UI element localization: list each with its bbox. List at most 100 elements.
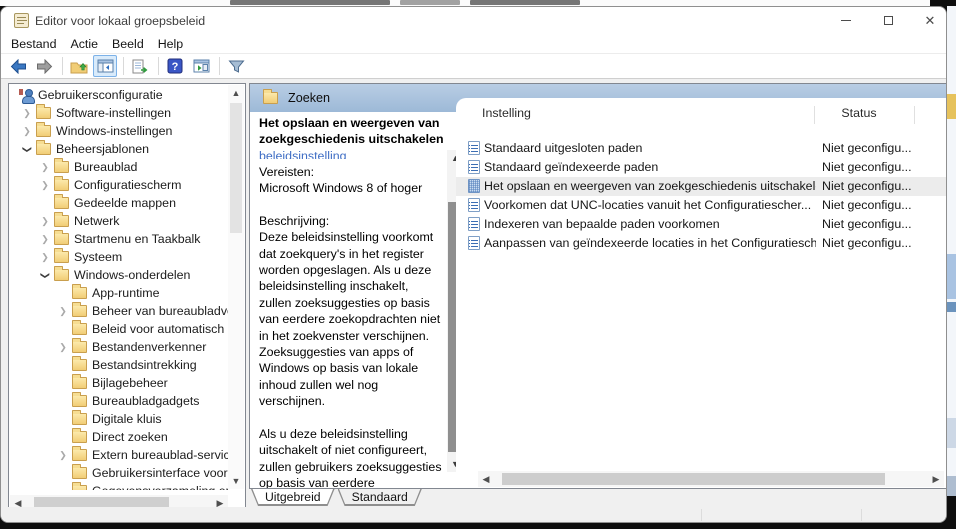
tree-item[interactable]: ❯ Direct zoeken <box>10 428 228 446</box>
setting-status: Niet geconfigu... <box>822 179 912 193</box>
tree-item-label: Bureaublad <box>74 160 137 174</box>
background-window-fragment <box>947 94 956 119</box>
chevron-icon[interactable]: ❯ <box>36 162 54 173</box>
tree-vertical-scroll-thumb[interactable] <box>230 103 242 233</box>
column-header-status[interactable]: Status <box>824 106 894 120</box>
tree-item[interactable]: ❯ Netwerk <box>10 212 228 230</box>
folder-icon <box>72 341 87 353</box>
chevron-icon[interactable]: ❯ <box>18 126 36 137</box>
chevron-icon[interactable]: ❯ <box>36 234 54 245</box>
view-tab[interactable]: Uitgebreid <box>251 489 335 506</box>
close-button[interactable]: ✕ <box>913 8 947 33</box>
maximize-icon <box>884 16 893 25</box>
chevron-icon[interactable]: ❯ <box>54 342 72 353</box>
tree-item[interactable]: ❯ Beleid voor automatisch afs <box>10 320 228 338</box>
tree-item[interactable]: ❯ Bestandenverkenner <box>10 338 228 356</box>
chevron-icon[interactable]: ❯ <box>54 450 72 461</box>
chevron-icon[interactable]: ❯ <box>40 266 51 284</box>
tree-item[interactable]: ❯ Gedeelde mappen <box>10 194 228 212</box>
filter-button[interactable] <box>224 55 248 77</box>
tree-item[interactable]: ❯ Bijlagebeheer <box>10 374 228 392</box>
chevron-icon[interactable]: ❯ <box>36 216 54 227</box>
folder-icon <box>36 107 51 119</box>
setting-row[interactable]: Aanpassen van geïndexeerde locaties in h… <box>456 234 946 253</box>
tree-item[interactable]: ❯ Beheer van bureaubladvens <box>10 302 228 320</box>
chevron-icon[interactable]: ❯ <box>54 306 72 317</box>
background-window-fragment <box>947 418 956 448</box>
menu-bar: Bestand Actie Beeld Help <box>1 34 946 53</box>
console-tree-pane: ❯ Gebruikersconfiguratie ❯ Software-inst… <box>8 83 246 513</box>
setting-row[interactable]: Indexeren van bepaalde paden voorkomen N… <box>456 215 946 234</box>
chevron-icon[interactable]: ❯ <box>18 108 36 119</box>
export-list-button[interactable] <box>128 55 152 77</box>
tree-item[interactable]: ❯ Systeem <box>10 248 228 266</box>
folder-icon <box>72 287 87 299</box>
setting-row[interactable]: Voorkomen dat UNC-locaties vanuit het Co… <box>456 196 946 215</box>
scroll-up-arrow-icon[interactable]: ▲ <box>228 85 244 101</box>
column-separator[interactable] <box>814 106 815 124</box>
up-one-level-button[interactable] <box>67 55 91 77</box>
tree-item[interactable]: ❯ Startmenu en Taakbalk <box>10 230 228 248</box>
scroll-right-arrow-icon[interactable]: ▶ <box>928 471 944 487</box>
scroll-left-arrow-icon[interactable]: ◀ <box>478 471 494 487</box>
folder-icon <box>36 143 51 155</box>
user-configuration-icon <box>18 88 34 103</box>
chevron-icon[interactable]: ❯ <box>22 140 33 158</box>
menu-item[interactable]: Bestand <box>11 37 56 51</box>
maximize-button[interactable] <box>871 8 905 33</box>
tree-item-label: Bestandsintrekking <box>92 358 197 372</box>
tree-item[interactable]: ❯ Windows-instellingen <box>10 122 228 140</box>
svg-text:?: ? <box>172 61 179 73</box>
folder-icon <box>72 413 87 425</box>
status-bar <box>1 507 946 523</box>
tree-item-label: App-runtime <box>92 286 160 300</box>
tree-item[interactable]: ❯ Digitale kluis <box>10 410 228 428</box>
tree-item[interactable]: ❯ Beheersjablonen <box>10 140 228 158</box>
column-separator[interactable] <box>914 106 915 124</box>
tree-item[interactable]: ❯ Extern bureaublad-services <box>10 446 228 464</box>
toolbar-separator <box>158 57 159 75</box>
requirements-value: Microsoft Windows 8 of hoger <box>259 180 444 196</box>
tree-item[interactable]: ❯ Windows-onderdelen <box>10 266 228 284</box>
help-button[interactable]: ? <box>163 55 187 77</box>
setting-row[interactable]: Standaard geïndexeerde paden Niet geconf… <box>456 158 946 177</box>
forward-button[interactable] <box>32 55 56 77</box>
setting-row[interactable]: Standaard uitgesloten paden Niet geconfi… <box>456 139 946 158</box>
scroll-down-arrow-icon[interactable]: ▼ <box>228 473 244 489</box>
folder-icon <box>72 359 87 371</box>
tree-item-label: Systeem <box>74 250 122 264</box>
tree-item[interactable]: ❯ Gebruikersconfiguratie <box>10 86 228 104</box>
tree-item[interactable]: ❯ Bureaublad <box>10 158 228 176</box>
tree-item[interactable]: ❯ Gegevensverzameling en pre <box>10 482 228 490</box>
tree-item[interactable]: ❯ Gebruikersinterface voor re <box>10 464 228 482</box>
screenshot-stage: Editor voor lokaal groepsbeleid ✕ Bestan… <box>0 0 956 529</box>
tree-item[interactable]: ❯ Bestandsintrekking <box>10 356 228 374</box>
list-horizontal-scrollbar[interactable]: ◀ ▶ <box>478 471 944 487</box>
chevron-icon[interactable]: ❯ <box>36 252 54 263</box>
filter-icon <box>228 59 245 74</box>
menu-item[interactable]: Actie <box>70 37 98 51</box>
setting-row[interactable]: Het opslaan en weergeven van zoekgeschie… <box>456 177 946 196</box>
folder-icon <box>54 251 69 263</box>
tree-item-label: Beheer van bureaubladvens <box>92 304 228 318</box>
list-horizontal-scroll-thumb[interactable] <box>502 473 885 485</box>
tree-item-label: Gegevensverzameling en pre <box>92 484 228 490</box>
view-tab[interactable]: Standaard <box>338 489 422 506</box>
tree-item[interactable]: ❯ Configuratiescherm <box>10 176 228 194</box>
show-extended-pane-button[interactable] <box>189 55 213 77</box>
edit-policy-link[interactable]: beleidsinstelling <box>259 149 346 159</box>
back-button[interactable] <box>6 55 30 77</box>
show-console-tree-button[interactable] <box>93 55 117 77</box>
tree-item[interactable]: ❯ App-runtime <box>10 284 228 302</box>
column-header-instelling[interactable]: Instelling <box>482 106 531 120</box>
menu-item[interactable]: Beeld <box>112 37 144 51</box>
minimize-button[interactable] <box>829 8 863 33</box>
tree-item[interactable]: ❯ Bureaubladgadgets <box>10 392 228 410</box>
tree-vertical-scrollbar[interactable]: ▲ ▼ <box>228 85 244 489</box>
background-window-fragment <box>470 0 580 5</box>
chevron-icon[interactable]: ❯ <box>36 180 54 191</box>
view-tab-inner: Uitgebreid <box>251 489 335 505</box>
tree-item[interactable]: ❯ Software-instellingen <box>10 104 228 122</box>
menu-item[interactable]: Help <box>158 37 183 51</box>
tree-item-label: Software-instellingen <box>56 106 171 120</box>
